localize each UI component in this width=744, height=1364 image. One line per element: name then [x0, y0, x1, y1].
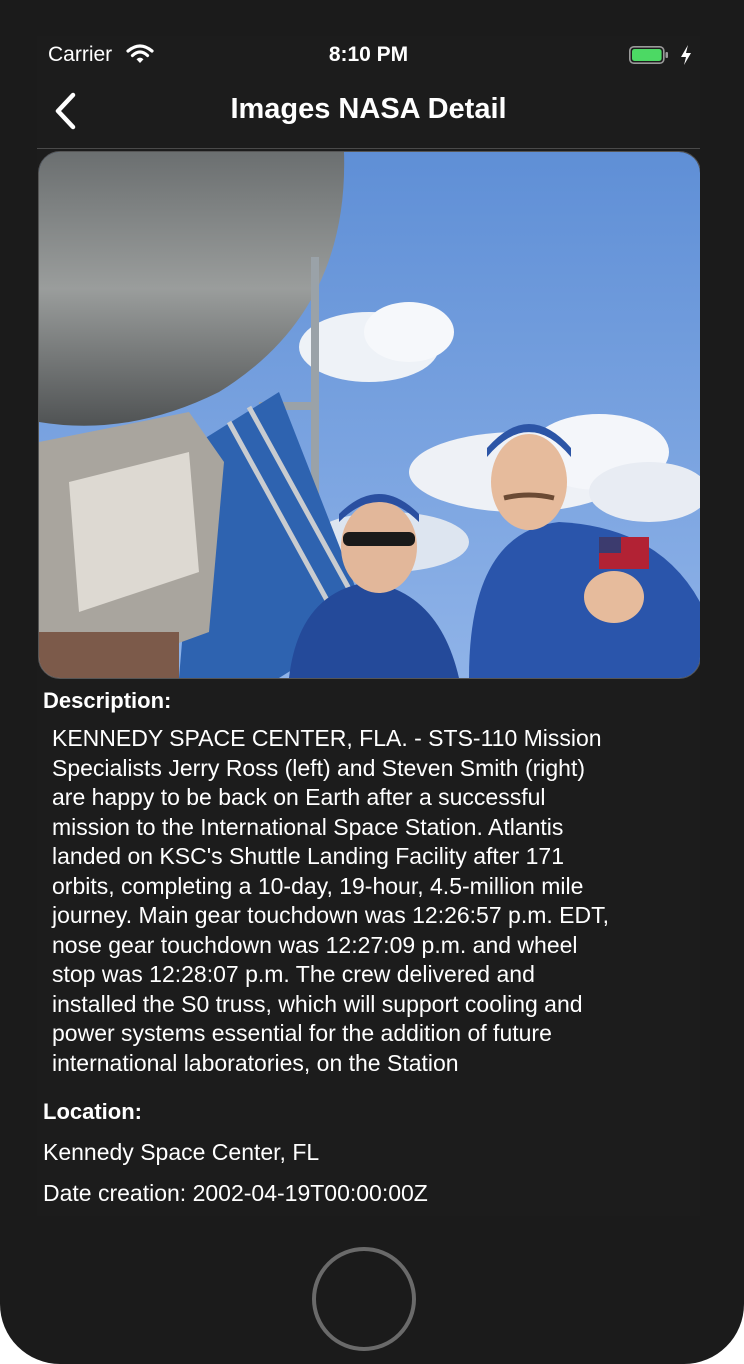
charging-bolt-icon [681, 45, 691, 65]
status-time: 8:10 PM [328, 43, 409, 66]
app-screen: Carrier 8:10 PM Images NASA Detail Descr… [37, 36, 700, 1216]
home-button[interactable] [312, 1247, 416, 1351]
device-frame: Carrier 8:10 PM Images NASA Detail Descr… [0, 0, 744, 1364]
page-title: Images NASA Detail [230, 93, 507, 125]
nasa-image [38, 151, 700, 679]
location-value: Kennedy Space Center, FL [43, 1139, 320, 1165]
description-text: KENNEDY SPACE CENTER, FLA. - STS-110 Mis… [52, 725, 609, 1076]
date-creation: Date creation: 2002-04-19T00:00:00Z [43, 1180, 428, 1206]
description-label: Description: [43, 688, 172, 713]
location-label: Location: [43, 1099, 142, 1124]
status-bar: Carrier 8:10 PM [37, 36, 700, 76]
battery-icon [629, 46, 668, 64]
navigation-bar: Images NASA Detail [37, 76, 700, 149]
